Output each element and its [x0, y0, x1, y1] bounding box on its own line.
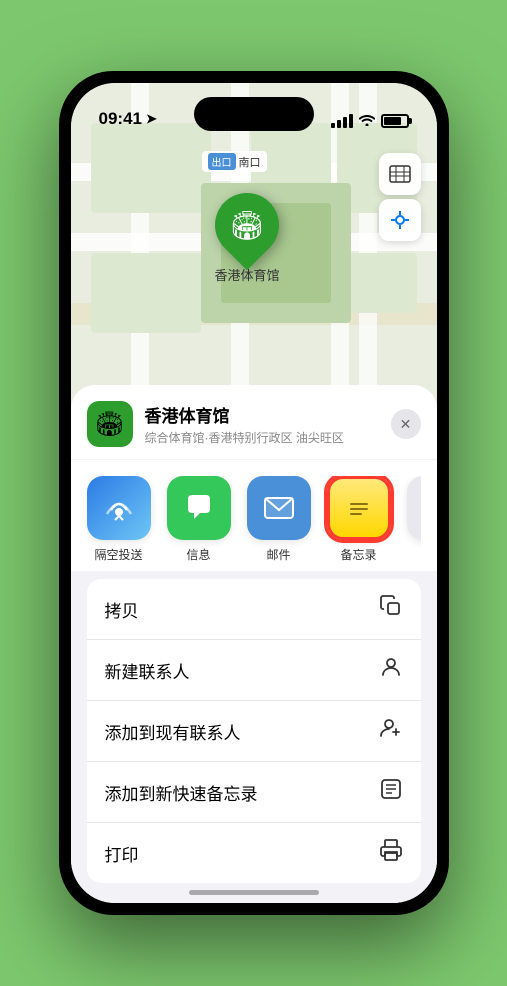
map-controls	[379, 153, 421, 243]
venue-subtitle: 综合体育馆·香港特别行政区 油尖旺区	[145, 429, 379, 446]
venue-name: 香港体育馆	[145, 402, 379, 427]
wifi-icon	[359, 113, 375, 129]
quick-note-icon	[379, 777, 403, 807]
map-type-button[interactable]	[379, 153, 421, 195]
add-quick-note-action[interactable]: 添加到新快速备忘录	[87, 762, 421, 823]
close-button[interactable]: ✕	[391, 409, 421, 439]
mail-label: 邮件	[266, 546, 290, 563]
print-icon	[379, 838, 403, 868]
venue-header: 🏟 香港体育馆 综合体育馆·香港特别行政区 油尖旺区 ✕	[71, 385, 437, 459]
print-action[interactable]: 打印	[87, 823, 421, 883]
status-icons	[331, 113, 409, 129]
messages-icon	[167, 476, 231, 540]
add-to-existing-contact-action[interactable]: 添加到现有联系人	[87, 701, 421, 762]
phone-screen: 09:41 ➤	[71, 83, 437, 903]
dynamic-island	[194, 97, 314, 131]
add-contact-icon	[379, 716, 403, 746]
action-list: 拷贝 新建联系人	[87, 579, 421, 883]
copy-icon	[379, 594, 403, 624]
messages-share-button[interactable]: 信息	[167, 476, 231, 563]
location-button[interactable]	[379, 199, 421, 241]
location-pin: 🏟 香港体育馆	[214, 193, 279, 284]
notes-share-button[interactable]: 备忘录	[327, 476, 391, 563]
venue-info: 香港体育馆 综合体育馆·香港特别行政区 油尖旺区	[145, 402, 379, 446]
more-apps-icon	[407, 476, 421, 540]
stadium-icon: 🏟	[229, 209, 265, 242]
status-time: 09:41 ➤	[99, 109, 157, 129]
signal-icon	[331, 114, 353, 128]
share-row: 隔空投送 信息	[71, 460, 437, 571]
notes-icon	[327, 476, 391, 540]
mail-share-button[interactable]: 邮件	[247, 476, 311, 563]
phone-frame: 09:41 ➤	[59, 71, 449, 915]
more-share-button[interactable]: 提	[407, 476, 421, 563]
mail-icon	[247, 476, 311, 540]
messages-label: 信息	[186, 546, 210, 563]
map-label-south-entrance: 出口 南口	[202, 151, 267, 172]
battery-icon	[381, 114, 409, 128]
notes-label: 备忘录	[340, 546, 376, 563]
new-contact-action[interactable]: 新建联系人	[87, 640, 421, 701]
share-apps-list: 隔空投送 信息	[87, 476, 421, 563]
new-contact-icon	[379, 655, 403, 685]
airdrop-label: 隔空投送	[94, 546, 142, 563]
location-icon: ➤	[146, 111, 157, 127]
airdrop-share-button[interactable]: 隔空投送	[87, 476, 151, 563]
home-indicator	[189, 890, 319, 895]
copy-action[interactable]: 拷贝	[87, 579, 421, 640]
venue-icon: 🏟	[87, 401, 133, 447]
airdrop-icon	[87, 476, 151, 540]
bottom-sheet: 🏟 香港体育馆 综合体育馆·香港特别行政区 油尖旺区 ✕	[71, 385, 437, 903]
